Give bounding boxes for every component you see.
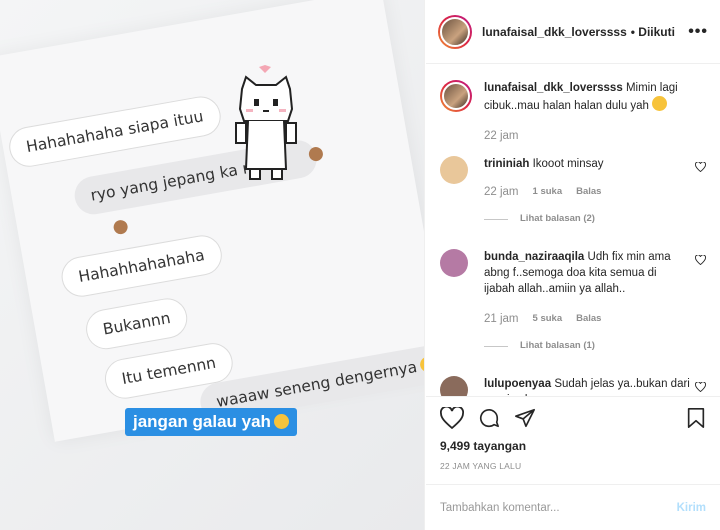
post-timestamp: 22 JAM YANG LALU	[440, 461, 522, 471]
header-username[interactable]: lunafaisal_dkk_loverssss	[482, 25, 627, 39]
kiss-emoji-icon	[273, 414, 289, 429]
post-header: lunafaisal_dkk_loverssss • Diikuti •••	[426, 0, 720, 64]
comments-list[interactable]: lunafaisal_dkk_loverssss Mimin lagi cibu…	[426, 64, 720, 396]
monkey-emoji-icon	[112, 218, 129, 236]
like-heart-icon[interactable]	[440, 407, 464, 429]
reply-button[interactable]: Balas	[576, 184, 601, 200]
caption-overlay: jangan galau yah	[125, 408, 297, 436]
avatar[interactable]	[440, 156, 468, 184]
add-comment-bar: Kirim	[426, 484, 720, 530]
cat-sticker-icon	[235, 65, 297, 180]
comment-username[interactable]: bunda_naziraaqila	[484, 251, 584, 263]
post-media[interactable]: Hahahahaha siapa ituu ryo yang jepang ka…	[0, 0, 425, 530]
chat-screenshot: Hahahahaha siapa ituu ryo yang jepang ka…	[0, 0, 424, 442]
comment-time[interactable]: 21 jam	[484, 311, 519, 327]
comment-username[interactable]: trininiah	[484, 158, 529, 170]
comment-input[interactable]	[440, 501, 677, 514]
comment-username[interactable]: lulupoenyaa	[484, 378, 551, 390]
caption-row: lunafaisal_dkk_loverssss Mimin lagi cibu…	[440, 80, 706, 144]
view-replies-link[interactable]: Lihat balasan (1)	[484, 338, 690, 354]
comment-likes[interactable]: 1 suka	[533, 184, 563, 200]
post-side-panel: lunafaisal_dkk_loverssss • Diikuti ••• l…	[426, 0, 720, 530]
avatar[interactable]	[440, 376, 468, 396]
more-horizontal-icon[interactable]: •••	[688, 23, 708, 41]
grin-emoji-icon	[651, 96, 667, 111]
post-viewer: Hahahahaha siapa ituu ryo yang jepang ka…	[0, 0, 720, 530]
like-comment-heart-icon[interactable]	[695, 255, 706, 265]
comment-row: trininiah Ikooot minsay 22 jam 1 suka Ba…	[440, 156, 706, 227]
share-send-icon[interactable]	[514, 407, 536, 429]
caption-username[interactable]: lunafaisal_dkk_loverssss	[484, 82, 623, 94]
avatar[interactable]	[440, 80, 472, 112]
comment-row: bunda_naziraaqila Udh fix min ama abng f…	[440, 249, 706, 354]
post-actions: 9,499 tayangan 22 JAM YANG LALU	[426, 396, 720, 484]
send-comment-button[interactable]: Kirim	[677, 502, 706, 514]
like-comment-heart-icon[interactable]	[695, 162, 706, 172]
chat-bubble: Bukannn	[82, 295, 191, 353]
comment-row: lulupoenyaa Sudah jelas ya..bukan dari n…	[440, 376, 706, 396]
avatar[interactable]	[440, 249, 468, 277]
like-comment-heart-icon[interactable]	[695, 382, 706, 392]
comment-bubble-icon[interactable]	[478, 407, 500, 429]
heart-eyes-emoji-icon	[418, 355, 424, 374]
chat-bubble: Hahahhahahaha	[58, 232, 225, 300]
view-count[interactable]: 9,499 tayangan	[440, 439, 706, 453]
comment-text: Ikooot minsay	[532, 158, 604, 170]
view-replies-link[interactable]: Lihat balasan (2)	[484, 211, 604, 227]
caption-time[interactable]: 22 jam	[484, 128, 519, 144]
reply-button[interactable]: Balas	[576, 311, 601, 327]
comment-likes[interactable]: 5 suka	[533, 311, 563, 327]
avatar[interactable]	[438, 14, 472, 49]
follow-status[interactable]: • Diikuti	[631, 25, 675, 39]
bookmark-icon[interactable]	[686, 407, 706, 429]
comment-time[interactable]: 22 jam	[484, 184, 519, 200]
